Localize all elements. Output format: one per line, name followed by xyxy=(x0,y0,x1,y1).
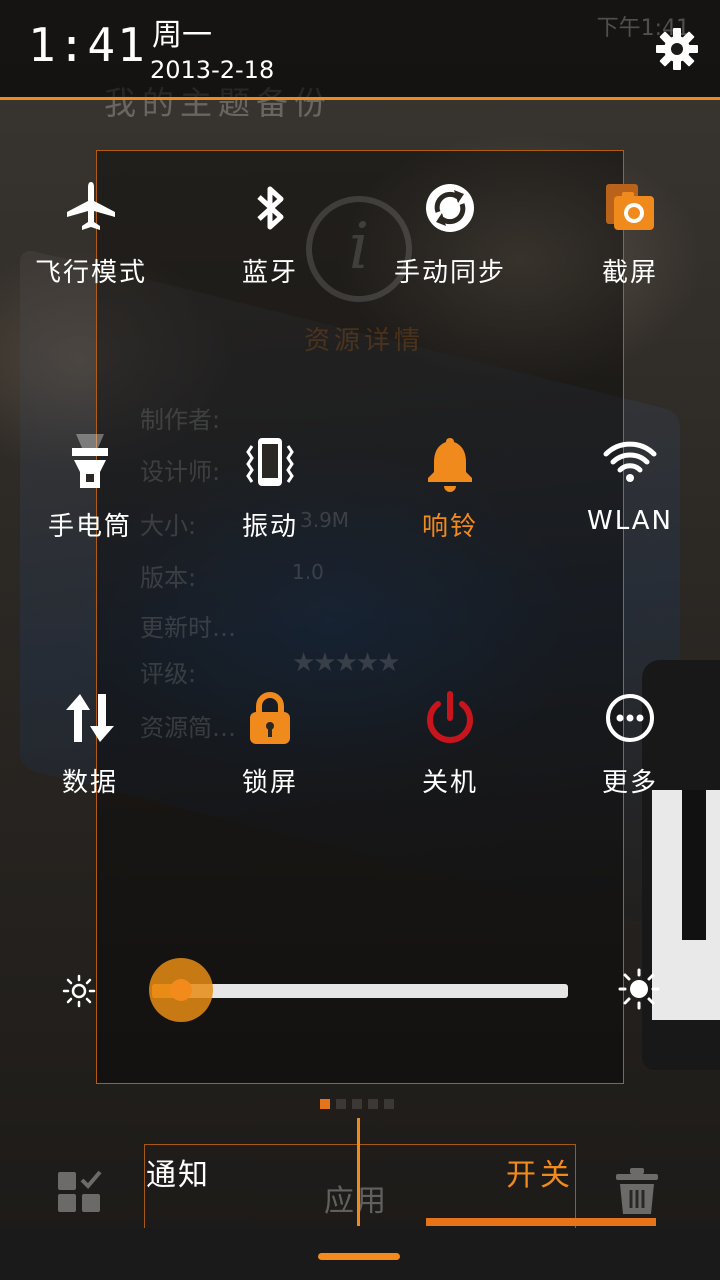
toggle-label: 更多 xyxy=(601,768,658,798)
brightness-slider-track[interactable] xyxy=(152,984,568,998)
page-dot xyxy=(320,1099,330,1109)
tab-switches[interactable]: 开关 xyxy=(506,1150,574,1194)
status-bar: 1:41 周一 2013-2-18 下午1:41 xyxy=(0,0,720,100)
batch-edit-icon[interactable] xyxy=(56,1168,104,1216)
toggle-label: 锁屏 xyxy=(241,768,298,798)
toggle-label: 关机 xyxy=(421,768,478,798)
power-icon xyxy=(427,691,473,743)
flashlight-icon xyxy=(72,434,108,488)
trash-icon[interactable] xyxy=(614,1166,660,1216)
toggle-mobile-data[interactable]: 数据 xyxy=(0,688,180,818)
screenshot-icon xyxy=(606,184,654,230)
brightness-high-icon xyxy=(618,968,660,1010)
toggle-more[interactable]: 更多 xyxy=(540,688,720,818)
toggle-wlan[interactable]: WLAN xyxy=(540,432,720,562)
toggle-label: 手动同步 xyxy=(393,258,506,288)
settings-gear-icon[interactable] xyxy=(654,26,700,72)
page-indicator xyxy=(320,1099,394,1109)
more-icon xyxy=(606,694,654,742)
data-icon xyxy=(66,694,114,742)
brightness-low-icon xyxy=(62,974,96,1008)
page-dot xyxy=(368,1099,378,1109)
toggle-flashlight[interactable]: 手电筒 xyxy=(0,432,180,562)
brightness-slider-knob[interactable] xyxy=(149,958,213,1022)
tab-apps[interactable]: 应用 xyxy=(324,1176,388,1220)
toggle-label: 蓝牙 xyxy=(241,258,298,288)
toggle-label: WLAN xyxy=(586,506,674,536)
toggle-lock-screen[interactable]: 锁屏 xyxy=(180,688,360,818)
toggle-label: 响铃 xyxy=(421,512,478,542)
toggle-ringer[interactable]: 响铃 xyxy=(360,432,540,562)
toggle-label: 数据 xyxy=(61,768,118,798)
tab-divider xyxy=(357,1118,360,1226)
toggle-label: 截屏 xyxy=(601,258,658,288)
toggle-airplane-mode[interactable]: 飞行模式 xyxy=(1,178,181,308)
clock: 1:41 xyxy=(28,18,147,72)
toggle-manual-sync[interactable]: 手动同步 xyxy=(360,178,540,308)
page-dot xyxy=(352,1099,362,1109)
drawer-handle[interactable] xyxy=(318,1253,400,1260)
toggle-label: 振动 xyxy=(241,512,298,542)
status-bar-divider xyxy=(0,97,720,100)
toggle-screenshot[interactable]: 截屏 xyxy=(540,178,720,308)
toggle-power-off[interactable]: 关机 xyxy=(360,688,540,818)
weekday: 周一 xyxy=(152,18,212,53)
toggle-label: 飞行模式 xyxy=(34,258,147,288)
date: 2013-2-18 xyxy=(150,56,275,84)
tab-selected-indicator xyxy=(426,1218,656,1226)
toggle-vibrate[interactable]: 振动 xyxy=(180,432,360,562)
airplane-icon xyxy=(67,182,115,230)
sync-icon xyxy=(426,184,474,232)
tab-notifications[interactable]: 通知 xyxy=(146,1150,210,1194)
bluetooth-icon xyxy=(257,186,284,230)
page-dot xyxy=(384,1099,394,1109)
page-dot xyxy=(336,1099,346,1109)
toggle-label: 手电筒 xyxy=(47,512,132,542)
bell-icon xyxy=(428,438,472,492)
wifi-icon xyxy=(603,441,657,482)
toggle-bluetooth[interactable]: 蓝牙 xyxy=(180,178,360,308)
lock-icon xyxy=(250,692,290,744)
vibrate-icon xyxy=(246,438,294,486)
